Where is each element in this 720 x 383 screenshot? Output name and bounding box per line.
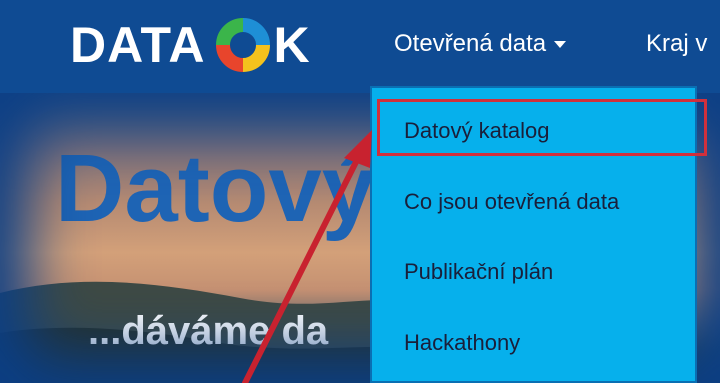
annotation-arrow-icon bbox=[242, 130, 372, 383]
